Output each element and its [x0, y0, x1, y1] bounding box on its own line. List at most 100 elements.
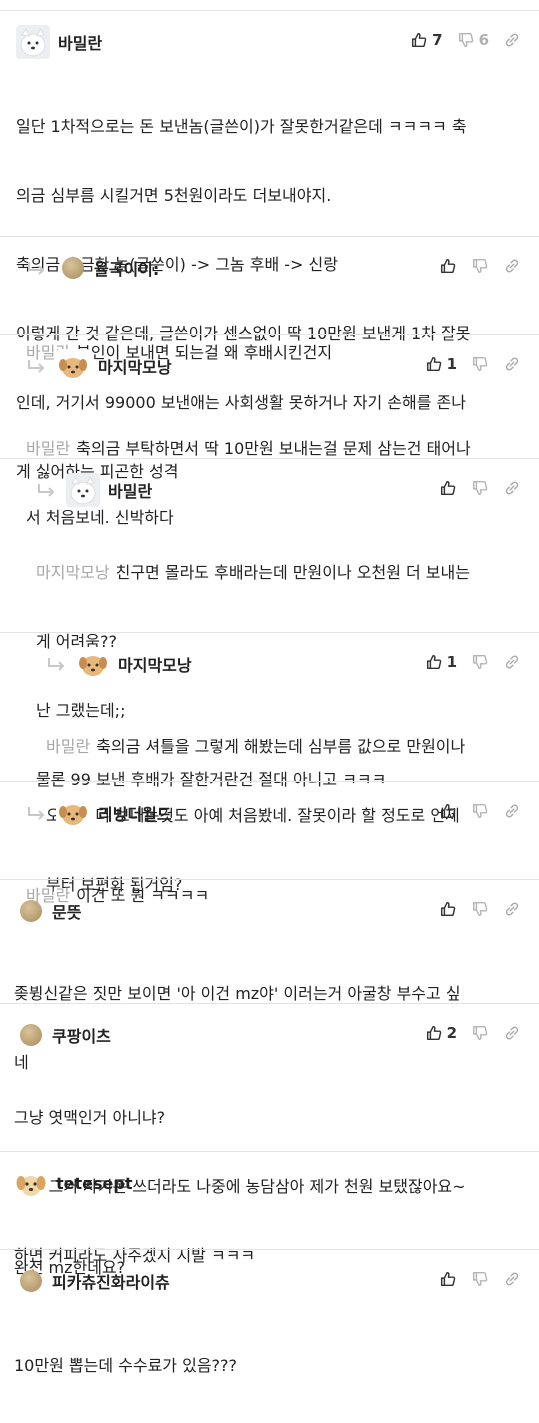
like-button[interactable]: 2	[425, 1024, 457, 1042]
link-icon	[505, 33, 519, 47]
dislike-button[interactable]	[471, 479, 489, 497]
like-button[interactable]	[439, 257, 457, 275]
avatar-puppy[interactable]	[76, 647, 110, 681]
reply-arrow-icon	[48, 658, 65, 671]
thumbs-down-icon	[472, 654, 488, 670]
thumbs-down-icon	[472, 1025, 488, 1041]
like-count: 7	[432, 31, 443, 49]
comment-author[interactable]: tetesept	[56, 1174, 132, 1193]
like-count: 1	[446, 653, 457, 671]
comment-author[interactable]: 율곡이이:	[94, 256, 159, 280]
dislike-count: 6	[478, 31, 489, 49]
link-icon	[505, 655, 519, 669]
thumbs-down-icon	[472, 480, 488, 496]
mention-tag[interactable]: 바밀란	[26, 439, 70, 458]
comment: 바밀란 7 6 일단 1차적으로는 돈 보낸놈(글쓴이)가 잘못한거같은데 ㅋㅋ…	[0, 11, 539, 481]
thumbs-down-icon	[472, 356, 488, 372]
share-link-button[interactable]	[503, 900, 521, 918]
avatar-golden-puppy[interactable]	[14, 1166, 48, 1200]
thumbs-down-icon	[472, 258, 488, 274]
reply-comment: 마지막모낭 1 바밀란 축의금 셔틀을 그렇게 해봤는데 심부름 값으로 만원이나…	[0, 633, 539, 894]
avatar-dot[interactable]	[20, 900, 42, 922]
reply-arrow-icon	[28, 262, 45, 275]
reply-comment: 마지막모낭 1 바밀란 축의금 부탁하면서 딱 10만원 보내는걸 문제 삼는건 …	[0, 335, 539, 527]
comment-author[interactable]: 바밀란	[58, 30, 102, 54]
avatar-white-dog[interactable]	[16, 25, 50, 59]
dislike-button[interactable]: 6	[457, 31, 489, 49]
reply-arrow-icon	[28, 360, 45, 373]
body-line: 축의금 셔틀을 그렇게 해봤는데 심부름 값으로 만원이나	[96, 737, 466, 756]
body-line: 축의금 부탁하면서 딱 10만원 보내는걸 문제 삼는건 태어나	[76, 439, 471, 458]
comment-author[interactable]: 바밀란	[108, 478, 152, 502]
like-button[interactable]	[439, 900, 457, 918]
dislike-button[interactable]	[471, 355, 489, 373]
comment-body: 10만원 뽑는데 수수료가 있음???	[14, 1308, 237, 1423]
comment: 쿠팡이츠 2 그냥 엿맥인거 아니냐? 천원 그거 자기돈 쓰더라도 나중에 농…	[0, 1004, 539, 1265]
reply-comment: 리빙더월드 바밀란 이건 또 뭔 ㅋㅋㅋㅋ	[0, 782, 539, 905]
link-icon	[505, 259, 519, 273]
comment-author[interactable]: 마지막모낭	[98, 354, 172, 378]
comment: 피카츄진화라이츄 10만원 뽑는데 수수료가 있음???	[0, 1250, 539, 1375]
dislike-button[interactable]	[471, 1024, 489, 1042]
avatar-puppy[interactable]	[56, 796, 90, 830]
thumbs-down-icon	[472, 803, 488, 819]
reply-comment: 바밀란 마지막모낭 친구면 몰라도 후배라는데 만원이나 오천원 더 보내는 게 …	[0, 459, 539, 789]
avatar-dot[interactable]	[20, 1024, 42, 1046]
share-link-button[interactable]	[503, 802, 521, 820]
link-icon	[505, 1272, 519, 1286]
link-icon	[505, 1026, 519, 1040]
like-button[interactable]	[439, 1270, 457, 1288]
thumbs-up-icon	[440, 901, 456, 917]
dislike-button[interactable]	[471, 900, 489, 918]
thumbs-up-icon	[426, 356, 441, 372]
body-line: 의금 심부름 시킬거면 5천원이라도 더보내야지.	[16, 186, 332, 205]
link-icon	[505, 804, 519, 818]
like-button[interactable]: 1	[425, 355, 457, 373]
reply-comment: 율곡이이: 바밀란 본인이 보내면 되는걸 왜 후배시킨건지	[0, 237, 539, 362]
share-link-button[interactable]	[503, 653, 521, 671]
reply-arrow-icon	[28, 807, 45, 820]
mention-tag[interactable]: 바밀란	[46, 737, 90, 756]
thumbs-up-icon	[440, 258, 456, 274]
like-button[interactable]: 7	[410, 31, 443, 49]
share-link-button[interactable]	[503, 31, 521, 49]
comment-author[interactable]: 마지막모낭	[118, 652, 192, 676]
thumbs-down-icon	[472, 901, 488, 917]
avatar-dot[interactable]	[62, 257, 84, 279]
comment-author[interactable]: 리빙더월드	[98, 801, 172, 825]
thumbs-up-icon	[440, 803, 456, 819]
thumbs-up-icon	[440, 1271, 456, 1287]
share-link-button[interactable]	[503, 257, 521, 275]
thumbs-down-icon	[458, 32, 473, 48]
thumbs-up-icon	[412, 32, 427, 48]
like-button[interactable]	[439, 479, 457, 497]
dislike-button[interactable]	[471, 653, 489, 671]
share-link-button[interactable]	[503, 1270, 521, 1288]
like-button[interactable]: 1	[425, 653, 457, 671]
comment-author[interactable]: 피카츄진화라이츄	[52, 1269, 170, 1293]
share-link-button[interactable]	[503, 1024, 521, 1042]
avatar-puppy[interactable]	[56, 349, 90, 383]
avatar-white-dog[interactable]	[66, 473, 100, 507]
like-count: 2	[446, 1024, 457, 1042]
thumbs-down-icon	[472, 1271, 488, 1287]
thumbs-up-icon	[426, 1025, 441, 1041]
body-line: 좆뷩신같은 짓만 보이면 '아 이건 mz야' 이러는거 아굴창 부수고 싶	[14, 984, 461, 1003]
comment-author[interactable]: 쿠팡이츠	[52, 1023, 111, 1047]
thumbs-up-icon	[440, 480, 456, 496]
reply-arrow-icon	[38, 484, 55, 497]
comment: tetesept 완전 mz한데요?	[0, 1152, 539, 1277]
body-line: 그냥 엿맥인거 아니냐?	[14, 1108, 166, 1127]
dislike-button[interactable]	[471, 1270, 489, 1288]
mention-tag[interactable]: 마지막모낭	[36, 563, 110, 582]
body-line: 10만원 뽑는데 수수료가 있음???	[14, 1356, 238, 1375]
share-link-button[interactable]	[503, 479, 521, 497]
comment-author[interactable]: 문뜻	[52, 899, 81, 923]
link-icon	[505, 481, 519, 495]
avatar-dot[interactable]	[20, 1270, 42, 1292]
like-button[interactable]	[439, 802, 457, 820]
dislike-button[interactable]	[471, 802, 489, 820]
dislike-button[interactable]	[471, 257, 489, 275]
share-link-button[interactable]	[503, 355, 521, 373]
thumbs-up-icon	[426, 654, 441, 670]
